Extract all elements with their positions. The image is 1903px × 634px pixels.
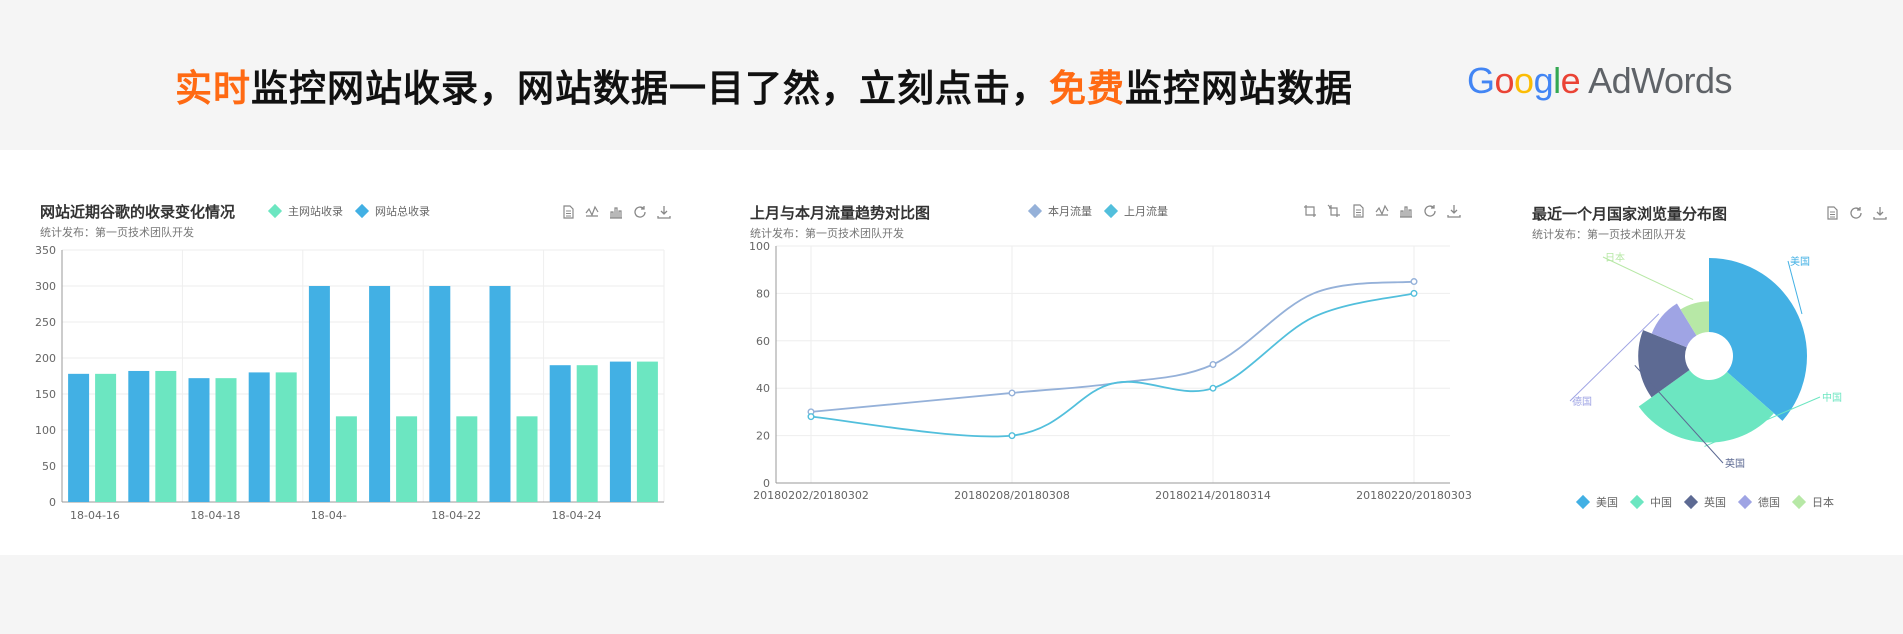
headline-text-2: 监控网站数据: [1125, 66, 1353, 110]
google-adwords-logo: Google AdWords: [1467, 60, 1733, 101]
charts-panel: 网站近期谷歌的收录变化情况 统计发布：第一页技术团队开发 主网站收录 网站总收录 …: [0, 150, 1903, 555]
slice-label: 德国: [1572, 395, 1592, 408]
promo-banner: 实时监控网站收录，网站数据一目了然，立刻点击，免费监控网站数据 Google Ad…: [0, 0, 1903, 150]
slice-label: 中国: [1822, 391, 1842, 404]
chart3-svg: 美国中国英国 德国 日本: [1569, 251, 1842, 470]
headline-text-1: 监控网站收录，网站数据一目了然，立刻点击，: [251, 66, 1049, 110]
slice-label: 英国: [1725, 457, 1745, 470]
headline-highlight-free: 免费: [1049, 66, 1125, 110]
slice-label: 美国: [1790, 255, 1810, 268]
headline-highlight-realtime: 实时: [175, 66, 251, 110]
slice-label: 日本: [1605, 251, 1625, 264]
banner-headline: 实时监控网站收录，网站数据一目了然，立刻点击，免费监控网站数据: [175, 58, 1353, 112]
